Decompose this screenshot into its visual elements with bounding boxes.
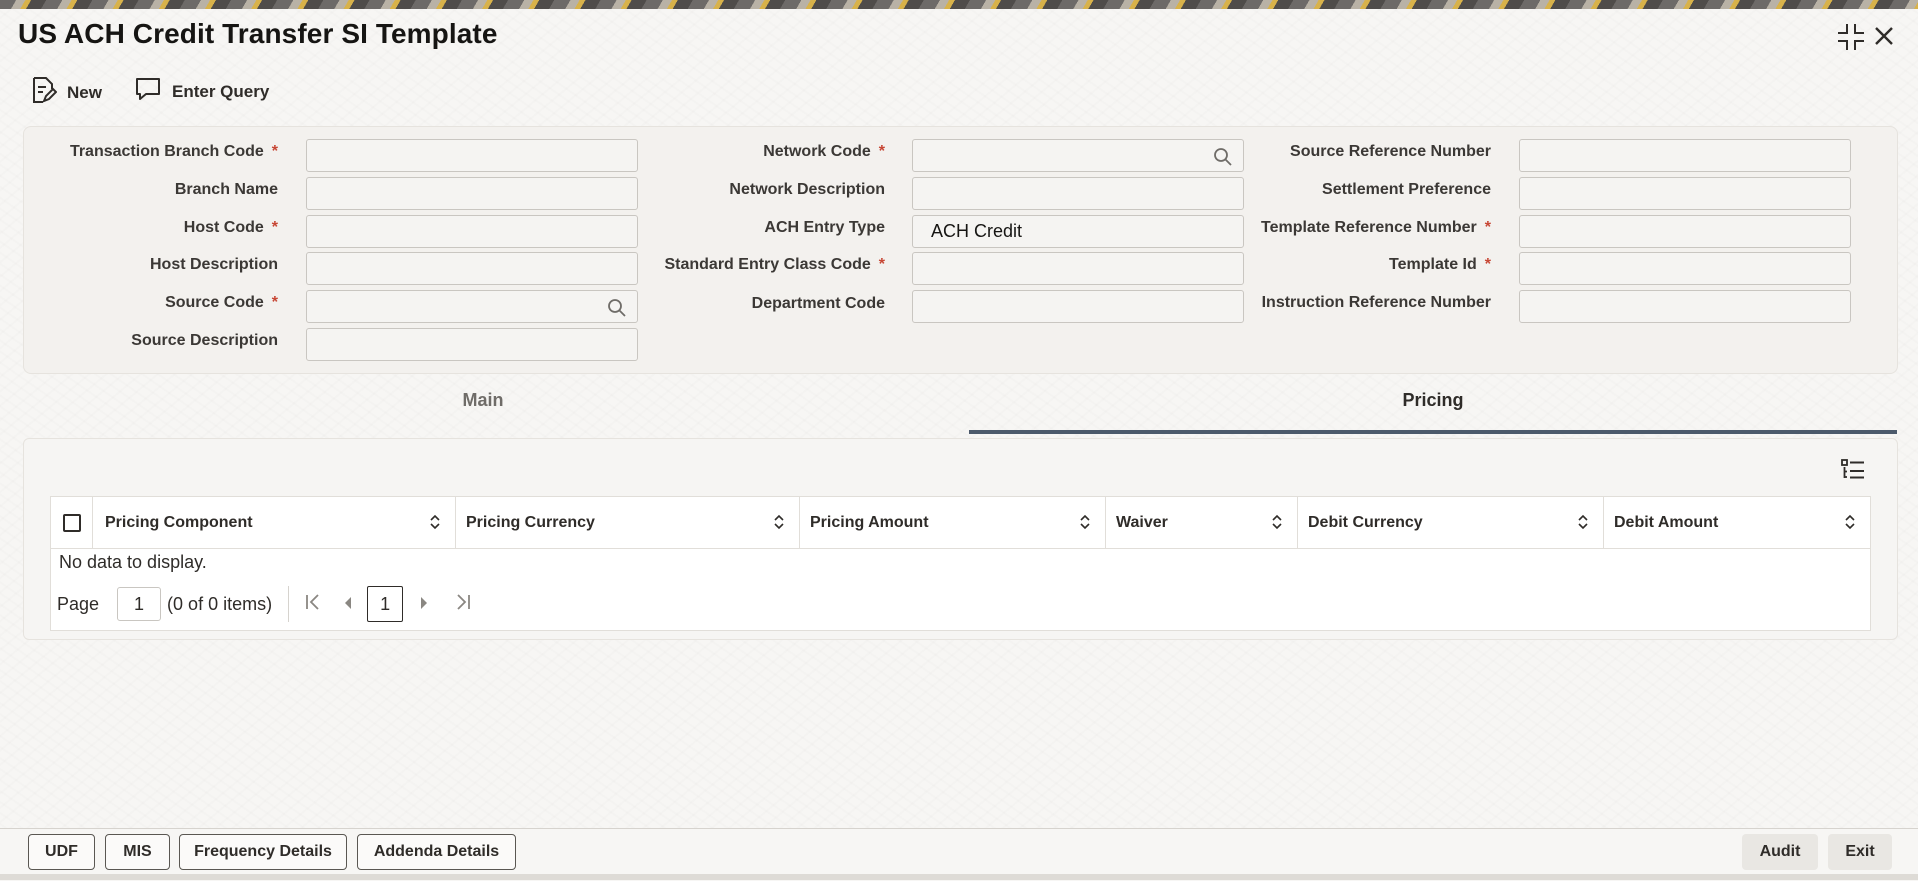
new-label: New bbox=[67, 82, 102, 102]
chat-bubble-icon bbox=[134, 76, 162, 107]
pagination: Page 1 (0 of 0 items) 1 bbox=[57, 586, 471, 622]
host-description-input[interactable] bbox=[306, 252, 638, 285]
column-header-debit-amount[interactable]: Debit Amount bbox=[1604, 497, 1870, 548]
tab-pricing[interactable]: Pricing bbox=[969, 390, 1897, 434]
network-code-label: Network Code * bbox=[763, 143, 885, 160]
bottom-strip bbox=[0, 874, 1918, 880]
last-page-icon[interactable] bbox=[455, 593, 471, 616]
department-code-input[interactable] bbox=[912, 290, 1244, 323]
branch-name-input[interactable] bbox=[306, 177, 638, 210]
first-page-icon[interactable] bbox=[305, 593, 321, 616]
sort-icon[interactable] bbox=[773, 514, 785, 535]
host-code-label: Host Code * bbox=[183, 219, 278, 236]
column-label: Pricing Currency bbox=[466, 513, 595, 531]
current-page-button[interactable]: 1 bbox=[367, 586, 404, 622]
sort-icon[interactable] bbox=[429, 514, 441, 535]
standard-entry-class-code-input[interactable] bbox=[912, 252, 1244, 285]
column-label: Waiver bbox=[1116, 513, 1168, 531]
settlement-preference-input[interactable] bbox=[1519, 177, 1851, 210]
column-header-debit-currency[interactable]: Debit Currency bbox=[1298, 497, 1604, 548]
transaction-branch-code-input[interactable] bbox=[306, 139, 638, 172]
host-description-label: Host Description bbox=[149, 256, 278, 273]
mis-button[interactable]: MIS bbox=[105, 834, 170, 870]
page-number-input[interactable]: 1 bbox=[117, 587, 162, 621]
exit-button[interactable]: Exit bbox=[1828, 834, 1892, 870]
next-page-icon[interactable] bbox=[419, 594, 429, 615]
udf-button[interactable]: UDF bbox=[28, 834, 95, 870]
page-title: US ACH Credit Transfer SI Template bbox=[18, 18, 498, 49]
frequency-details-button[interactable]: Frequency Details bbox=[179, 834, 347, 870]
new-button[interactable]: New bbox=[31, 76, 102, 109]
source-code-input[interactable] bbox=[306, 290, 638, 323]
source-reference-number-input[interactable] bbox=[1519, 139, 1851, 172]
collapse-icon[interactable] bbox=[1836, 22, 1866, 57]
transaction-branch-code-label: Transaction Branch Code * bbox=[69, 143, 278, 160]
search-icon[interactable] bbox=[607, 298, 627, 323]
column-header-waiver[interactable]: Waiver bbox=[1106, 497, 1298, 548]
template-id-input[interactable] bbox=[1519, 252, 1851, 285]
table-header: Pricing Component Pricing Currency Prici… bbox=[51, 497, 1870, 549]
column-header-pricing-component[interactable]: Pricing Component bbox=[93, 497, 456, 548]
ach-entry-type-label: ACH Entry Type bbox=[764, 219, 885, 236]
audit-button[interactable]: Audit bbox=[1742, 834, 1818, 870]
network-description-input[interactable] bbox=[912, 177, 1244, 210]
column-label: Pricing Component bbox=[105, 513, 253, 531]
template-reference-number-input[interactable] bbox=[1519, 215, 1851, 248]
template-id-label: Template Id * bbox=[1389, 256, 1491, 273]
source-description-input[interactable] bbox=[306, 328, 638, 361]
select-all-checkbox[interactable] bbox=[62, 513, 81, 532]
network-code-input[interactable] bbox=[912, 139, 1244, 172]
department-code-label: Department Code bbox=[751, 295, 885, 312]
top-decorative-strip bbox=[0, 0, 1918, 9]
select-all-checkbox-cell bbox=[51, 497, 93, 548]
sort-icon[interactable] bbox=[1577, 514, 1589, 535]
previous-page-icon[interactable] bbox=[343, 594, 353, 615]
column-header-pricing-currency[interactable]: Pricing Currency bbox=[456, 497, 800, 548]
column-chooser-icon[interactable] bbox=[1840, 458, 1866, 487]
sort-icon[interactable] bbox=[1844, 514, 1856, 535]
addenda-details-button[interactable]: Addenda Details bbox=[357, 834, 516, 870]
sort-icon[interactable] bbox=[1079, 514, 1091, 535]
source-reference-number-label: Source Reference Number bbox=[1290, 143, 1491, 160]
enter-query-label: Enter Query bbox=[172, 81, 270, 101]
sort-icon[interactable] bbox=[1271, 514, 1283, 535]
search-icon[interactable] bbox=[1213, 147, 1233, 172]
column-header-pricing-amount[interactable]: Pricing Amount bbox=[800, 497, 1106, 548]
source-description-label: Source Description bbox=[131, 332, 278, 349]
instruction-reference-number-input[interactable] bbox=[1519, 290, 1851, 323]
no-data-message: No data to display. bbox=[59, 552, 207, 572]
ach-entry-type-input[interactable]: ACH Credit bbox=[912, 215, 1244, 248]
page-label: Page bbox=[57, 593, 100, 614]
new-document-icon bbox=[31, 76, 58, 109]
close-icon[interactable] bbox=[1872, 24, 1896, 53]
pager-divider bbox=[288, 586, 290, 622]
instruction-reference-number-label: Instruction Reference Number bbox=[1261, 294, 1491, 311]
standard-entry-class-code-label: Standard Entry Class Code * bbox=[664, 256, 885, 273]
branch-name-label: Branch Name bbox=[174, 181, 278, 198]
tab-main[interactable]: Main bbox=[23, 390, 943, 428]
items-count: (0 of 0 items) bbox=[167, 593, 273, 614]
column-label: Debit Currency bbox=[1308, 513, 1423, 531]
network-description-label: Network Description bbox=[729, 181, 885, 198]
host-code-input[interactable] bbox=[306, 215, 638, 248]
source-code-label: Source Code * bbox=[165, 294, 278, 311]
column-label: Debit Amount bbox=[1614, 513, 1719, 531]
template-reference-number-label: Template Reference Number * bbox=[1260, 219, 1491, 236]
column-label: Pricing Amount bbox=[810, 513, 929, 531]
settlement-preference-label: Settlement Preference bbox=[1322, 181, 1491, 198]
enter-query-button[interactable]: Enter Query bbox=[134, 76, 269, 107]
